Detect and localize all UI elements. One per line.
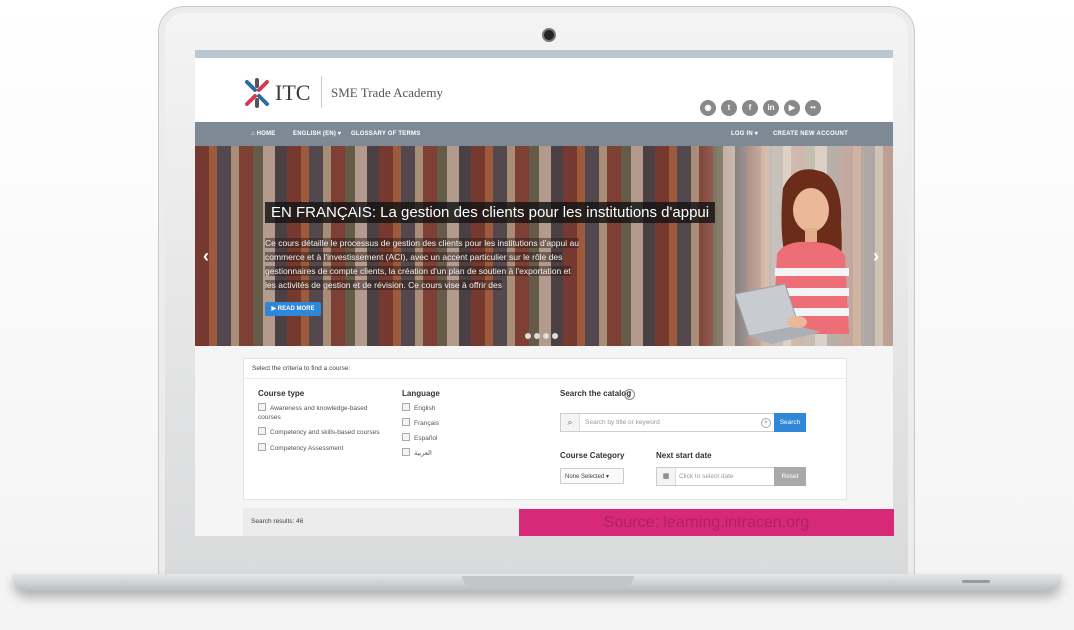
checkbox[interactable] xyxy=(258,443,266,451)
carousel-dot[interactable] xyxy=(534,333,540,339)
nav-language[interactable]: ENGLISH (EN) ▾ xyxy=(293,122,341,146)
calendar-icon: ▦ xyxy=(657,468,676,485)
laptop-notch xyxy=(462,576,634,586)
nav-home[interactable]: ⌂ HOME xyxy=(251,122,276,146)
language-title: Language xyxy=(402,389,440,398)
facebook-icon[interactable]: f xyxy=(742,100,758,116)
laptop-slot xyxy=(962,580,990,583)
youtube-icon[interactable]: ▶ xyxy=(784,100,800,116)
date-placeholder: Click to select date xyxy=(679,473,734,480)
checkbox-label: Competency Assessment xyxy=(270,445,344,452)
nav-glossary[interactable]: GLOSSARY OF TERMS xyxy=(351,122,420,146)
course-type-assessment[interactable]: Competency Assessment xyxy=(258,443,398,453)
twitter-icon[interactable]: t xyxy=(721,100,737,116)
rss-icon[interactable]: ◉ xyxy=(700,100,716,116)
logo-divider xyxy=(321,76,322,108)
source-caption: Source: learning.intracen.org xyxy=(519,509,894,536)
checkbox[interactable] xyxy=(402,418,410,426)
filter-panel: Select the criteria to find a course: Co… xyxy=(243,358,847,500)
search-placeholder: Search by title or keyword xyxy=(585,419,660,426)
course-type-title: Course type xyxy=(258,389,305,398)
carousel-dot[interactable] xyxy=(525,333,531,339)
reset-button[interactable]: Reset xyxy=(774,467,806,486)
checkbox[interactable] xyxy=(258,427,266,435)
search-input[interactable]: ⌕ Search by title or keyword × xyxy=(560,413,776,432)
category-select[interactable]: None Selected ▾ xyxy=(560,468,624,484)
checkbox-label: العربية xyxy=(414,450,432,457)
flickr-icon[interactable]: •• xyxy=(805,100,821,116)
browser-screen: ITC SME Trade Academy ◉ t f in ▶ •• ⌂ HO… xyxy=(195,50,893,536)
category-title: Course Category xyxy=(560,451,625,460)
top-strip xyxy=(195,50,893,58)
hero-description-text: Ce cours détaille le processus de gestio… xyxy=(265,238,579,290)
checkbox-label: Competency and skills-based courses xyxy=(270,429,380,436)
nav-home-label: HOME xyxy=(256,131,276,137)
language-english[interactable]: English xyxy=(402,403,435,413)
checkbox[interactable] xyxy=(402,403,410,411)
student-photo xyxy=(734,169,849,344)
nav-login[interactable]: LOG IN ▾ xyxy=(731,122,758,146)
checkbox[interactable] xyxy=(258,403,266,411)
checkbox-label: Awareness and knowledge-based courses xyxy=(258,405,368,421)
course-finder: Select the criteria to find a course: Co… xyxy=(195,346,893,536)
logo-text[interactable]: ITC xyxy=(275,80,310,106)
webcam-icon xyxy=(542,28,556,42)
checkbox[interactable] xyxy=(402,448,410,456)
language-spanish[interactable]: Español xyxy=(402,433,438,443)
hero-carousel: EN FRANÇAIS: La gestion des clients pour… xyxy=(195,146,893,346)
language-arabic[interactable]: العربية xyxy=(402,448,432,458)
help-icon[interactable]: ? xyxy=(624,389,635,400)
checkbox-label: Español xyxy=(414,435,438,442)
search-icon: ⌕ xyxy=(561,414,580,431)
hero-title[interactable]: EN FRANÇAIS: La gestion des clients pour… xyxy=(265,202,716,223)
search-catalog-title: Search the catalog xyxy=(560,389,632,398)
course-type-competency[interactable]: Competency and skills-based courses xyxy=(258,427,398,437)
start-date-title: Next start date xyxy=(656,451,712,460)
main-navbar: ⌂ HOME ENGLISH (EN) ▾ GLOSSARY OF TERMS … xyxy=(195,122,893,146)
filter-heading: Select the criteria to find a course: xyxy=(244,359,846,379)
clear-icon[interactable]: × xyxy=(761,418,771,428)
course-type-awareness[interactable]: Awareness and knowledge-based courses xyxy=(258,403,386,422)
linkedin-icon[interactable]: in xyxy=(763,100,779,116)
language-french[interactable]: Français xyxy=(402,418,439,428)
carousel-prev-icon[interactable]: ‹ xyxy=(203,246,209,267)
carousel-indicators xyxy=(525,326,561,344)
carousel-next-icon[interactable]: › xyxy=(873,246,879,267)
checkbox-label: Français xyxy=(414,420,439,427)
read-more-button[interactable]: ▶ READ MORE xyxy=(265,302,321,316)
start-date-input[interactable]: ▦ Click to select date xyxy=(656,467,778,486)
nav-create-account[interactable]: CREATE NEW ACCOUNT xyxy=(773,122,848,146)
search-button[interactable]: Search xyxy=(774,413,806,432)
checkbox[interactable] xyxy=(402,433,410,441)
checkbox-label: English xyxy=(414,405,436,412)
carousel-dot[interactable] xyxy=(543,333,549,339)
itc-logo-icon[interactable] xyxy=(243,78,271,108)
carousel-dot[interactable] xyxy=(552,333,558,339)
hero-description: Ce cours détaille le processus de gestio… xyxy=(265,236,581,292)
site-name[interactable]: SME Trade Academy xyxy=(331,85,443,101)
site-header: ITC SME Trade Academy ◉ t f in ▶ •• xyxy=(195,58,893,122)
